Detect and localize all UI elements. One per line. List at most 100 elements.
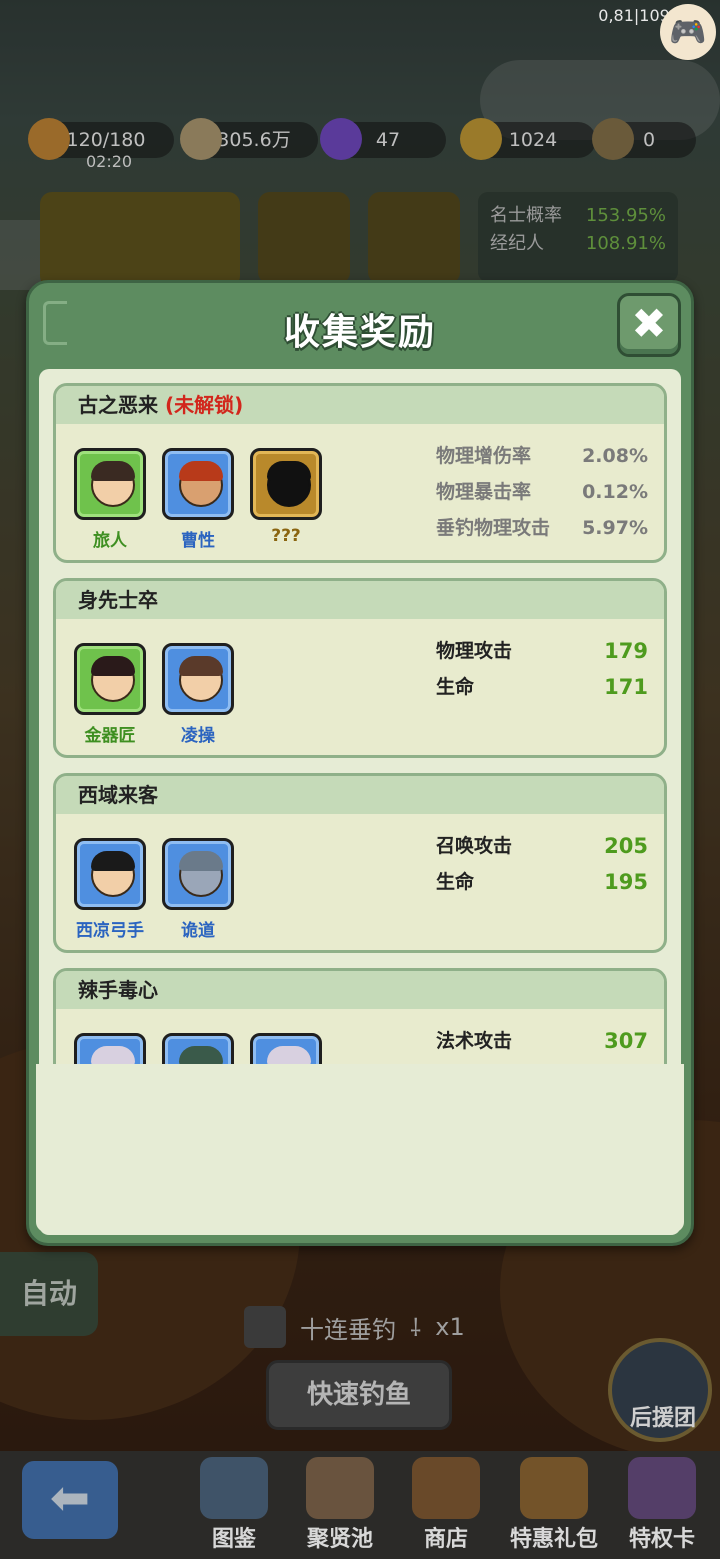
bonus-value: 205 [604, 834, 648, 858]
book-icon [200, 1457, 268, 1519]
modal-title: 收集奖励 [283, 312, 436, 353]
set-bonus-list: 法术攻击 307 [436, 1023, 648, 1059]
hero-face-icon [179, 656, 223, 702]
set-name: 古之恶来 [78, 393, 158, 417]
bonus-label: 物理攻击 [436, 640, 513, 662]
card-icon [628, 1457, 696, 1519]
support-team-label: 后援团 [629, 1406, 696, 1431]
hero-face-icon [91, 461, 135, 507]
hero-slot[interactable]: ??? [250, 448, 322, 551]
shop-icon [412, 1457, 480, 1519]
ten-cast-checkbox[interactable] [244, 1306, 286, 1348]
hero-face-icon [91, 656, 135, 702]
collection-set: 古之恶来 (未解锁) 旅人 曹性 ??? 物理增伤率 2.08% 物理暴击率 0… [53, 383, 667, 563]
rod-counter[interactable]: 0 [592, 118, 696, 160]
nav-item-privilege[interactable]: 特权卡 [612, 1457, 712, 1553]
scroll-icon [306, 1457, 374, 1519]
hero-list: 旅人 曹性 ??? [74, 448, 322, 551]
nav-item-codex[interactable]: 图鉴 [184, 1457, 284, 1553]
hero-name: 凌操 [181, 726, 215, 746]
set-bonus-list: 物理攻击 179 生命 171 [436, 633, 648, 705]
set-bonus-list: 物理增伤率 2.08% 物理暴击率 0.12% 垂钓物理攻击 5.97% [436, 438, 648, 546]
list-empty-area [36, 1064, 684, 1232]
ten-cast-toggle[interactable]: 十连垂钓 ⸸ x1 [244, 1306, 465, 1348]
hero-slot[interactable]: 金器匠 [74, 643, 146, 746]
bonus-label: 法术攻击 [436, 1030, 513, 1052]
stat-label: 名士概率 [490, 205, 562, 226]
ticket-value: 1024 [508, 129, 558, 151]
stat-line: 名士概率 153.95% [490, 202, 666, 230]
hero-list: 西凉弓手 诡道 [74, 838, 234, 941]
auto-button[interactable]: 自动 [0, 1252, 98, 1336]
stat-line: 经纪人 108.91% [490, 230, 666, 258]
set-name: 辣手毒心 [78, 978, 158, 1002]
locked-label: (未解锁) [164, 393, 244, 417]
hero-slot[interactable]: 凌操 [162, 643, 234, 746]
hero-portrait [74, 448, 146, 520]
nav-item-deals[interactable]: 特惠礼包 [502, 1457, 606, 1553]
gem-counter[interactable]: 47 [320, 118, 446, 160]
bonus-row: 物理增伤率 2.08% [436, 438, 648, 474]
coin-counter[interactable]: 305.6万 [180, 118, 318, 160]
ticket-counter[interactable]: 1024 [460, 118, 596, 160]
nav-label: 特惠礼包 [509, 1527, 598, 1552]
stamina-value: 120/180 [66, 129, 146, 151]
coin-value: 305.6万 [217, 129, 291, 151]
hero-slot[interactable]: 诡道 [162, 838, 234, 941]
set-header: 辣手毒心 [56, 971, 664, 1009]
bonus-label: 召唤攻击 [436, 835, 513, 857]
hero-face-icon [91, 851, 135, 897]
hero-slot[interactable]: 曹性 [162, 448, 234, 551]
bonus-value: 195 [604, 870, 648, 894]
ten-cast-label: 十连垂钓 [300, 1315, 396, 1344]
gamepad-button[interactable]: 🎮 [660, 4, 716, 60]
stat-value: 153.95% [585, 205, 666, 226]
set-name: 西域来客 [78, 783, 158, 807]
rod-small-icon: ⸸ [410, 1313, 422, 1342]
unknown-hero-silhouette-icon [267, 461, 311, 507]
hero-portrait [250, 448, 322, 520]
close-button[interactable]: ✖ [617, 293, 681, 357]
set-header: 身先士卒 [56, 581, 664, 619]
bonus-label: 生命 [436, 871, 475, 893]
fast-fish-button[interactable]: 快速钓鱼 [266, 1360, 452, 1430]
bottom-nav: ⬅ 图鉴 聚贤池 商店 特惠礼包 特权卡 [0, 1451, 720, 1559]
bonus-value: 0.12% [582, 481, 648, 503]
nav-item-shop[interactable]: 商店 [396, 1457, 496, 1553]
bonus-label: 生命 [436, 676, 475, 698]
bonus-label: 垂钓物理攻击 [436, 517, 551, 539]
hero-slot[interactable]: 旅人 [74, 448, 146, 551]
bonus-row: 生命 171 [436, 669, 648, 705]
gamepad-icon: 🎮 [669, 14, 707, 50]
bonus-row: 生命 195 [436, 864, 648, 900]
set-header: 古之恶来 (未解锁) [56, 386, 664, 424]
hero-slot[interactable]: 西凉弓手 [74, 838, 146, 941]
bonus-row: 垂钓物理攻击 5.97% [436, 510, 648, 546]
coin-icon [180, 118, 222, 160]
hero-list: 金器匠 凌操 [74, 643, 234, 746]
bonus-value: 179 [604, 639, 648, 663]
back-button[interactable]: ⬅ [22, 1461, 118, 1539]
rod-value: 0 [642, 129, 656, 151]
hero-portrait [74, 838, 146, 910]
back-arrow-icon: ⬅ [49, 1470, 91, 1526]
gem-value: 47 [375, 129, 401, 151]
bonus-value: 307 [604, 1029, 648, 1053]
stat-value: 108.91% [585, 233, 666, 254]
hero-name: 西凉弓手 [76, 921, 144, 941]
nav-label: 商店 [423, 1527, 468, 1552]
hero-portrait [162, 643, 234, 715]
hero-name: 旅人 [93, 531, 127, 551]
gift-icon [520, 1457, 588, 1519]
bonus-value: 5.97% [582, 517, 648, 539]
fishing-stats-panel: 名士概率 153.95% 经纪人 108.91% [478, 192, 678, 282]
nav-label: 聚贤池 [306, 1527, 373, 1552]
nav-item-recruit[interactable]: 聚贤池 [290, 1457, 390, 1553]
hero-name: 诡道 [181, 921, 215, 941]
collection-set: 西域来客 西凉弓手 诡道 召唤攻击 205 生命 195 [53, 773, 667, 953]
stamina-icon [28, 118, 70, 160]
gem-icon [320, 118, 362, 160]
hero-name: 金器匠 [84, 726, 136, 746]
hero-portrait [74, 643, 146, 715]
hero-name: ??? [271, 526, 301, 546]
